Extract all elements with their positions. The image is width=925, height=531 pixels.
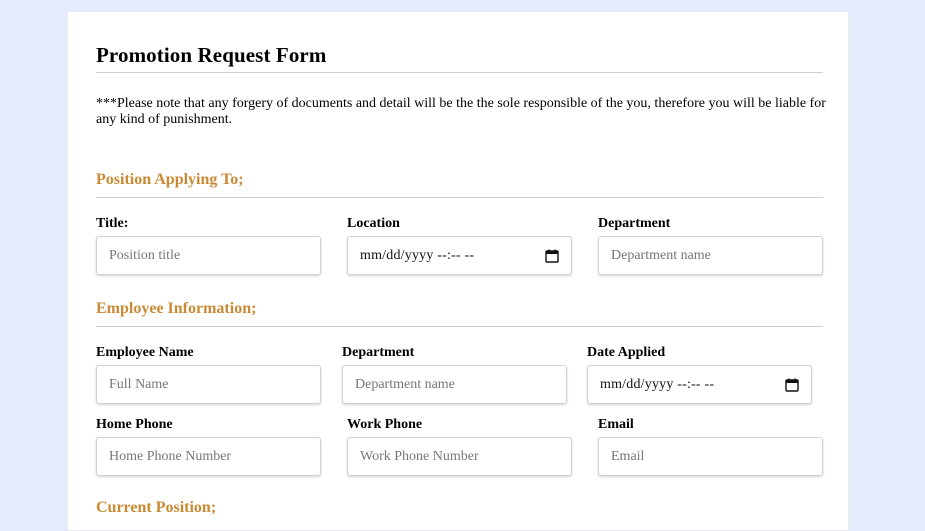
form-title: Promotion Request Form <box>96 43 327 67</box>
employee-name-input[interactable] <box>96 365 321 404</box>
employee-department-input[interactable] <box>342 365 567 404</box>
disclaimer-note: ***Please note that any forgery of docum… <box>96 96 826 127</box>
date-applied-input[interactable]: mm/dd/yyyy --:-- -- <box>587 365 812 404</box>
form-card: Promotion Request Form ***Please note th… <box>67 11 849 531</box>
email-label: Email <box>598 417 634 432</box>
employee-name-label: Employee Name <box>96 345 194 360</box>
position-title-input[interactable] <box>96 236 321 275</box>
section-divider-employee <box>96 326 823 327</box>
date-applied-label: Date Applied <box>587 345 666 360</box>
location-datetime-input[interactable]: mm/dd/yyyy --:-- -- <box>347 236 572 275</box>
section-heading-current: Current Position; <box>96 499 217 516</box>
work-phone-label: Work Phone <box>347 417 423 432</box>
department-label: Department <box>598 216 671 231</box>
location-label: Location <box>347 216 400 231</box>
home-phone-input[interactable] <box>96 437 321 476</box>
section-heading-position: Position Applying To; <box>96 171 244 188</box>
home-phone-label: Home Phone <box>96 417 173 432</box>
section-heading-employee: Employee Information; <box>96 300 257 317</box>
calendar-icon[interactable] <box>785 378 799 392</box>
email-input[interactable] <box>598 437 823 476</box>
title-divider <box>96 72 823 73</box>
work-phone-input[interactable] <box>347 437 572 476</box>
section-divider-position <box>96 197 823 198</box>
date-applied-value: mm/dd/yyyy --:-- -- <box>600 376 715 392</box>
calendar-icon[interactable] <box>545 249 559 263</box>
location-datetime-value: mm/dd/yyyy --:-- -- <box>360 247 475 263</box>
position-department-input[interactable] <box>598 236 823 275</box>
title-label: Title: <box>96 216 129 231</box>
employee-department-label: Department <box>342 345 415 360</box>
